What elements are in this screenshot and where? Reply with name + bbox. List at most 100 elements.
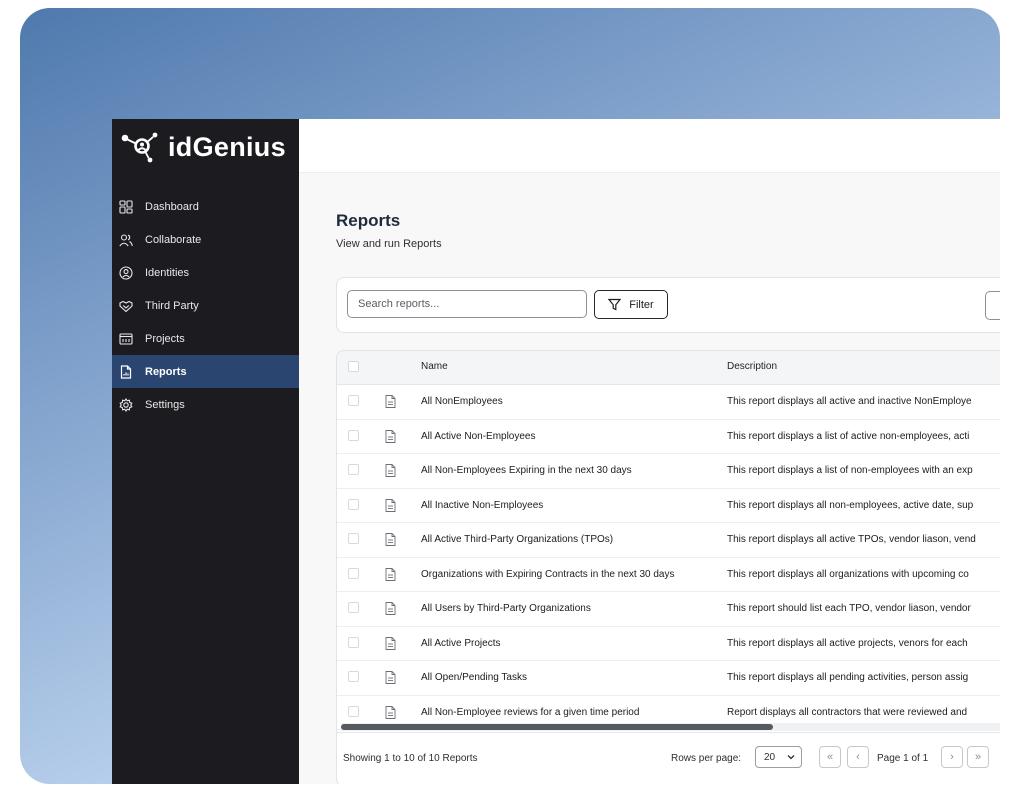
rows-per-page-value: 20	[764, 751, 776, 763]
row-checkbox[interactable]	[348, 498, 359, 510]
sidebar-item-third-party[interactable]: Third Party	[112, 289, 299, 322]
report-description: This report should list each TPO, vendor…	[727, 603, 971, 614]
sidebar-item-dashboard[interactable]: Dashboard	[112, 190, 299, 223]
report-name[interactable]: All Inactive Non-Employees	[421, 500, 543, 511]
first-page-button[interactable]: «	[819, 746, 841, 768]
users-icon	[119, 233, 133, 246]
sidebar-item-reports[interactable]: Reports	[112, 355, 299, 388]
logo-text: idGenius	[168, 131, 286, 162]
table-row[interactable]: All Active Non-Employees This report dis…	[337, 420, 1000, 454]
handshake-icon	[119, 300, 133, 312]
report-name[interactable]: All Non-Employee reviews for a given tim…	[421, 707, 639, 718]
search-toolbar: Filter	[336, 277, 1000, 333]
sidebar: idGenius Dashboard Collaborate Identitie…	[112, 119, 299, 784]
report-description: This report displays all organizations w…	[727, 568, 969, 580]
page-indicator: Page 1 of 1	[877, 753, 929, 764]
scrollbar-thumb[interactable]	[341, 724, 773, 730]
row-checkbox[interactable]	[348, 567, 359, 579]
rows-per-page-label: Rows per page:	[671, 753, 742, 764]
sidebar-item-identities[interactable]: Identities	[112, 256, 299, 289]
top-bar	[299, 119, 1000, 173]
sidebar-item-label: Reports	[145, 365, 187, 378]
table-row[interactable]: All NonEmployees This report displays al…	[337, 385, 1000, 420]
page-subtitle: View and run Reports	[336, 238, 442, 250]
report-name[interactable]: All Active Non-Employees	[421, 431, 536, 442]
row-checkbox[interactable]	[348, 705, 359, 717]
search-input[interactable]	[347, 290, 587, 318]
reports-table: Name Description All NonEmployees This r…	[336, 350, 1000, 784]
row-checkbox[interactable]	[348, 464, 359, 475]
rows-per-page-select[interactable]: 20	[755, 746, 802, 768]
table-row[interactable]: All Active Projects This report displays…	[337, 627, 1000, 661]
document-icon	[385, 395, 396, 408]
report-name[interactable]: Organizations with Expiring Contracts in…	[421, 569, 674, 580]
document-icon	[385, 705, 396, 719]
dashboard-icon	[119, 199, 133, 214]
row-checkbox[interactable]	[348, 671, 359, 682]
document-icon	[385, 429, 396, 443]
sidebar-item-collaborate[interactable]: Collaborate	[112, 223, 299, 256]
report-description: This report displays all active TPOs, ve…	[727, 534, 976, 545]
projects-icon	[119, 332, 133, 345]
report-name[interactable]: All Active Projects	[421, 638, 500, 649]
identity-icon	[119, 265, 133, 280]
filter-button[interactable]: Filter	[594, 290, 668, 319]
logo-icon	[121, 132, 158, 163]
horizontal-scrollbar[interactable]	[341, 723, 1000, 731]
sidebar-nav: Dashboard Collaborate Identities Third P…	[112, 190, 299, 421]
main-content: Reports View and run Reports Filter Name…	[299, 173, 1000, 784]
table-body: All NonEmployees This report displays al…	[337, 385, 1000, 730]
sidebar-item-projects[interactable]: Projects	[112, 322, 299, 355]
table-row[interactable]: Organizations with Expiring Contracts in…	[337, 558, 1000, 592]
background-frame: idGenius Dashboard Collaborate Identitie…	[20, 8, 1000, 784]
report-description: This report displays all active and inac…	[727, 396, 972, 407]
report-name[interactable]: All Non-Employees Expiring in the next 3…	[421, 465, 632, 476]
report-name[interactable]: All Users by Third-Party Organizations	[421, 603, 591, 614]
row-checkbox[interactable]	[348, 429, 359, 441]
table-row[interactable]: All Active Third-Party Organizations (TP…	[337, 523, 1000, 558]
document-icon	[385, 567, 396, 581]
filter-icon	[608, 298, 622, 311]
logo[interactable]: idGenius	[120, 127, 286, 167]
sidebar-item-label: Third Party	[145, 299, 199, 312]
filter-button-label: Filter	[629, 298, 654, 311]
sidebar-item-label: Projects	[145, 332, 185, 345]
document-icon	[385, 671, 396, 684]
sidebar-item-label: Identities	[145, 266, 190, 279]
report-description: This report displays all active projects…	[727, 637, 968, 649]
row-checkbox[interactable]	[348, 395, 359, 406]
document-icon	[385, 464, 396, 477]
sidebar-item-label: Settings	[145, 398, 185, 411]
report-icon	[120, 364, 132, 379]
column-header-name: Name	[421, 361, 448, 372]
select-all-checkbox[interactable]	[348, 361, 359, 372]
table-row[interactable]: All Open/Pending Tasks This report displ…	[337, 661, 1000, 696]
last-page-button[interactable]: »	[967, 746, 989, 768]
prev-page-button[interactable]: ‹	[847, 746, 869, 768]
report-description: This report displays all pending activit…	[727, 672, 969, 683]
document-icon	[385, 498, 396, 512]
row-checkbox[interactable]	[348, 636, 359, 648]
table-footer: Showing 1 to 10 of 10 Reports Rows per p…	[337, 732, 1000, 784]
table-row[interactable]: All Inactive Non-Employees This report d…	[337, 489, 1000, 523]
report-description: This report displays a list of non-emplo…	[727, 465, 973, 476]
next-page-button[interactable]: ›	[941, 746, 963, 768]
sidebar-item-settings[interactable]: Settings	[112, 388, 299, 421]
report-name[interactable]: All Open/Pending Tasks	[421, 672, 527, 683]
report-name[interactable]: All NonEmployees	[421, 396, 503, 407]
document-icon	[385, 636, 396, 650]
column-header-description: Description	[727, 361, 778, 372]
document-icon	[385, 602, 396, 615]
row-checkbox[interactable]	[348, 533, 359, 544]
table-row[interactable]: All Users by Third-Party Organizations T…	[337, 592, 1000, 627]
sidebar-item-label: Collaborate	[145, 233, 202, 246]
toolbar-action-button[interactable]	[985, 291, 1000, 320]
app-window: idGenius Dashboard Collaborate Identitie…	[112, 119, 1000, 784]
table-row[interactable]: All Non-Employees Expiring in the next 3…	[337, 454, 1000, 489]
report-name[interactable]: All Active Third-Party Organizations (TP…	[421, 534, 613, 545]
row-checkbox[interactable]	[348, 602, 359, 613]
report-description: This report displays a list of active no…	[727, 430, 970, 442]
table-header: Name Description	[337, 351, 1000, 385]
document-icon	[385, 533, 396, 546]
chevron-down-icon	[787, 755, 795, 760]
